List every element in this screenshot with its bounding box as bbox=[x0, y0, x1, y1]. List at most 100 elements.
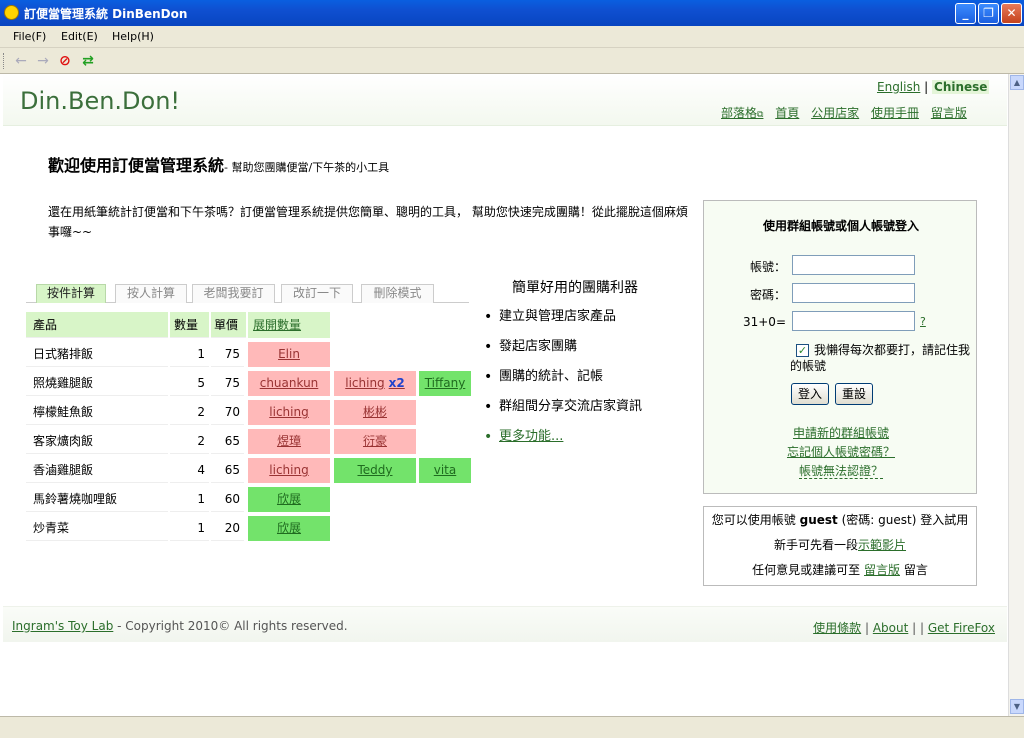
tab-by-person[interactable]: 按人計算 bbox=[115, 284, 187, 303]
site-footer: Ingram's Toy Lab - Copyright 2010© All r… bbox=[3, 606, 1007, 642]
demo-video-link[interactable]: 示範影片 bbox=[858, 538, 906, 552]
scroll-down-icon[interactable]: ▼ bbox=[1010, 699, 1024, 714]
product-name: 香滷雞腿飯 bbox=[26, 457, 168, 483]
product-name: 檸檬鮭魚飯 bbox=[26, 399, 168, 425]
orderer-name: 欣展 bbox=[276, 521, 301, 535]
guest-line1-pre: 您可以使用帳號 bbox=[711, 513, 800, 527]
tab-by-item[interactable]: 按件計算 bbox=[36, 284, 106, 303]
guest-line2-pre: 新手可先看一段 bbox=[773, 538, 858, 552]
app-icon bbox=[4, 5, 19, 20]
orderer-chip[interactable]: liching x2 bbox=[334, 371, 416, 396]
orderer-chip[interactable]: 欣展 bbox=[248, 487, 330, 512]
product-name: 日式豬排飯 bbox=[26, 341, 168, 367]
orderer-name: liching bbox=[345, 376, 385, 390]
terms-link[interactable]: 使用條款 bbox=[813, 621, 861, 635]
vertical-scrollbar[interactable]: ▲ ▼ bbox=[1008, 74, 1024, 716]
orderer-chip[interactable]: chuankun bbox=[248, 371, 330, 396]
orderer-chip[interactable]: Elin bbox=[248, 342, 330, 367]
product-qty: 5 bbox=[170, 370, 209, 396]
table-row: 檸檬鮭魚飯 2 70 liching 彬彬 bbox=[26, 399, 471, 428]
tab-delete-mode[interactable]: 刪除模式 bbox=[361, 284, 434, 303]
maximize-button[interactable]: ❐ bbox=[978, 3, 999, 24]
remember-checkbox[interactable]: ✓ bbox=[796, 344, 809, 357]
guest-info-box: 您可以使用帳號 guest (密碼: guest) 登入試用 新手可先看一段示範… bbox=[703, 506, 977, 586]
nav-manual[interactable]: 使用手冊 bbox=[871, 106, 919, 120]
orderer-name: 欣展 bbox=[276, 492, 301, 506]
orderer-chip[interactable]: Tiffany bbox=[419, 371, 471, 396]
toy-lab-link[interactable]: Ingram's Toy Lab bbox=[12, 619, 113, 633]
guestbook-link[interactable]: 留言版 bbox=[864, 563, 900, 577]
product-price: 70 bbox=[211, 399, 244, 425]
captcha-input[interactable] bbox=[792, 311, 915, 331]
orderer-chip[interactable]: 衍豪 bbox=[334, 429, 416, 454]
get-firefox-link[interactable]: Get FireFox bbox=[928, 621, 995, 635]
product-price: 75 bbox=[211, 341, 244, 367]
orderer-name: Elin bbox=[278, 347, 300, 361]
menu-edit[interactable]: Edit(E) bbox=[61, 30, 98, 43]
product-qty: 1 bbox=[170, 486, 209, 512]
features-list: 建立與管理店家產品 發起店家團購 團購的統計、記帳 群組間分享交流店家資訊 更多… bbox=[484, 307, 642, 457]
menu-file[interactable]: File(F) bbox=[13, 30, 46, 43]
menu-bar: File(F) Edit(E) Help(H) bbox=[0, 26, 1024, 48]
menu-help[interactable]: Help(H) bbox=[112, 30, 154, 43]
orderer-name: 彬彬 bbox=[362, 405, 387, 419]
welcome-heading: 歡迎使用訂便當管理系統- 幫助您團購便當/下午茶的小工具 bbox=[48, 152, 389, 176]
table-row: 照燒雞腿飯 5 75 chuankun liching x2 Tiffany bbox=[26, 370, 471, 399]
close-button[interactable]: ✕ bbox=[1001, 3, 1022, 24]
orderer-chip[interactable]: 彬彬 bbox=[334, 400, 416, 425]
table-row: 客家爌肉飯 2 65 煜璋 衍豪 bbox=[26, 428, 471, 457]
product-price: 60 bbox=[211, 486, 244, 512]
orderer-chip[interactable]: Teddy bbox=[334, 458, 416, 483]
captcha-help-link[interactable]: ? bbox=[920, 315, 926, 328]
scroll-up-icon[interactable]: ▲ bbox=[1010, 75, 1024, 90]
table-fade bbox=[26, 540, 471, 584]
minimize-button[interactable]: _ bbox=[955, 3, 976, 24]
footer-left: Ingram's Toy Lab - Copyright 2010© All r… bbox=[12, 619, 348, 633]
features-title: 簡單好用的團購利器 bbox=[512, 280, 638, 296]
table-row: 日式豬排飯 1 75 Elin bbox=[26, 341, 471, 370]
stop-icon[interactable]: ⊘ bbox=[57, 53, 73, 69]
nav-public-stores[interactable]: 公用店家 bbox=[811, 106, 859, 120]
expand-qty-link[interactable]: 展開數量 bbox=[248, 312, 330, 338]
more-features-link[interactable]: 更多功能... bbox=[484, 427, 642, 457]
nav-home[interactable]: 首頁 bbox=[775, 106, 799, 120]
toolbar-grip[interactable] bbox=[3, 53, 6, 69]
about-link[interactable]: About bbox=[873, 621, 908, 635]
tab-modify[interactable]: 改訂一下 bbox=[281, 284, 353, 303]
lang-chinese-link[interactable]: Chinese bbox=[932, 80, 990, 94]
product-name: 客家爌肉飯 bbox=[26, 428, 168, 454]
product-name: 炒青菜 bbox=[26, 515, 168, 541]
welcome-subtitle: - 幫助您團購便當/下午茶的小工具 bbox=[224, 161, 390, 174]
register-group-link[interactable]: 申請新的群組帳號 bbox=[793, 426, 889, 440]
orderer-chip[interactable]: liching bbox=[248, 400, 330, 425]
login-button[interactable]: 登入 bbox=[791, 383, 829, 405]
orderer-name: liching bbox=[269, 405, 309, 419]
lang-english-link[interactable]: English bbox=[877, 80, 920, 94]
cannot-verify-link[interactable]: 帳號無法認證？ bbox=[798, 464, 883, 479]
forgot-password-link[interactable]: 忘記個人帳號密碼？ bbox=[787, 445, 895, 459]
site-logo[interactable]: Din.Ben.Don! bbox=[20, 87, 180, 115]
orderer-chip[interactable]: vita bbox=[419, 458, 471, 483]
password-input[interactable] bbox=[792, 283, 915, 303]
nav-guestbook[interactable]: 留言版 bbox=[931, 106, 967, 120]
guest-line3-pre: 任何意見或建議可至 bbox=[752, 563, 864, 577]
feature-item: 發起店家團購 bbox=[484, 337, 642, 367]
reset-button[interactable]: 重設 bbox=[835, 383, 873, 405]
feature-item: 群組間分享交流店家資訊 bbox=[484, 397, 642, 427]
orderer-chip[interactable]: 欣展 bbox=[248, 516, 330, 541]
forward-icon[interactable]: → bbox=[35, 53, 51, 69]
lang-separator: | bbox=[920, 80, 933, 94]
refresh-icon[interactable]: ⇄ bbox=[80, 53, 96, 69]
product-qty: 4 bbox=[170, 457, 209, 483]
nav-blog[interactable]: 部落格⧉ bbox=[721, 106, 763, 120]
remember-label: 我懶得每次都要打，請記住我的帳號 bbox=[790, 343, 971, 373]
account-input[interactable] bbox=[792, 255, 915, 275]
back-icon[interactable]: ← bbox=[13, 53, 29, 69]
orderer-chip[interactable]: liching bbox=[248, 458, 330, 483]
product-price: 20 bbox=[211, 515, 244, 541]
window-title: 訂便當管理系統 DinBenDon bbox=[24, 7, 188, 21]
tab-boss-order[interactable]: 老闆我要訂 bbox=[192, 284, 275, 303]
orderer-chip[interactable]: 煜璋 bbox=[248, 429, 330, 454]
product-qty: 1 bbox=[170, 515, 209, 541]
guest-line1-post: (密碼: guest) 登入試用 bbox=[837, 513, 969, 527]
